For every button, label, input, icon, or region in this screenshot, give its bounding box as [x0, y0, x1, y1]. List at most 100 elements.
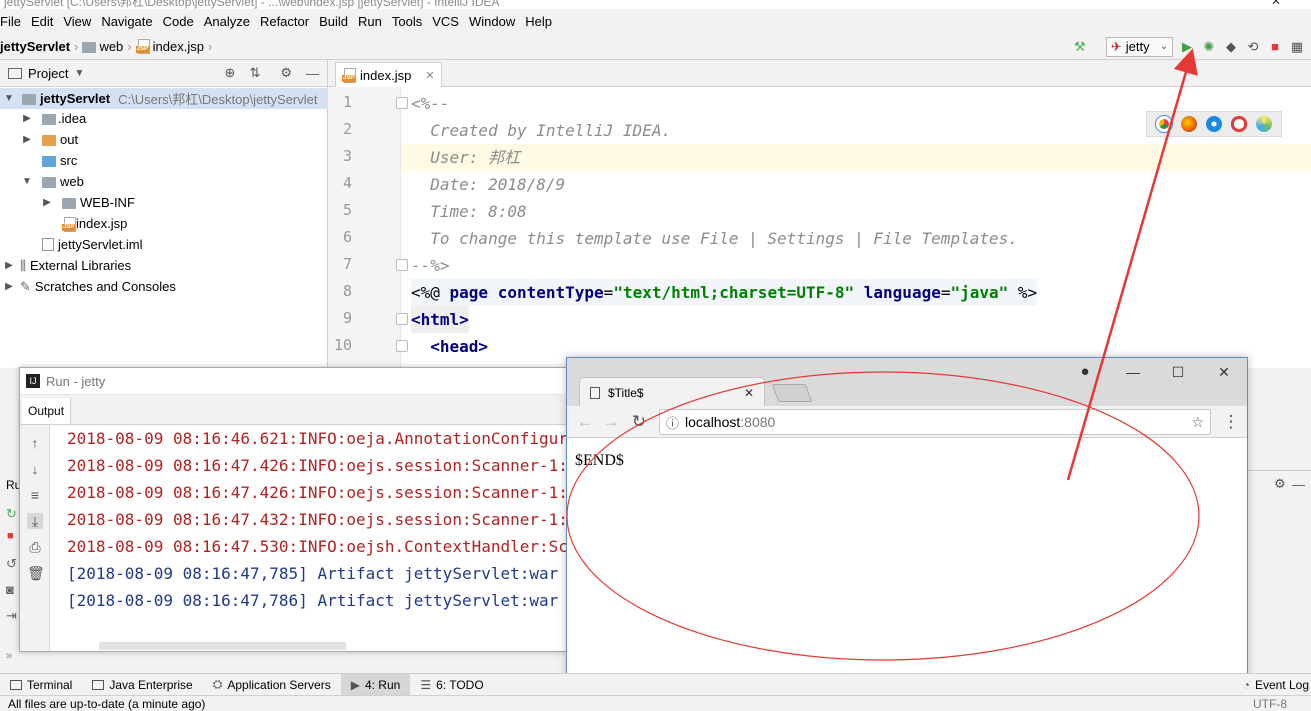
build-hammer-icon[interactable]: ⚒ [1072, 39, 1088, 55]
print-icon[interactable]: ⎙ [27, 539, 43, 555]
breadcrumb-folder[interactable]: web [82, 39, 123, 54]
folder-icon [82, 41, 97, 53]
menu-build[interactable]: Build [314, 14, 353, 29]
safari-icon[interactable] [1205, 116, 1222, 132]
fold-marker[interactable] [396, 313, 408, 325]
menu-code[interactable]: Code [158, 14, 199, 29]
exit-icon[interactable]: ⇥ [6, 608, 17, 624]
server-icon: ⛭ [212, 677, 223, 691]
project-view-title[interactable]: Project [28, 66, 68, 81]
locate-icon[interactable]: ⊕ [225, 65, 236, 81]
tree-item-scratches[interactable]: ▶ ✎ Scratches and Consoles [0, 276, 176, 297]
tab-application-servers[interactable]: ⛭ Application Servers [203, 674, 341, 696]
chevron-right-icon[interactable]: ▶ [20, 113, 34, 124]
chevron-right-icon[interactable]: ▶ [2, 260, 16, 271]
up-arrow-icon[interactable]: ↑ [27, 435, 43, 451]
scroll-to-end-icon[interactable]: ⤓ [27, 513, 43, 529]
tab-run[interactable]: ▶ 4: Run [340, 673, 411, 696]
tab-event-log[interactable]: ◔ Event Log [1233, 674, 1311, 696]
firefox-icon[interactable] [1180, 116, 1197, 132]
chevron-right-icon[interactable]: ▶ [2, 281, 16, 292]
project-panel-header: Project ▼ ⊕ ⇅ ⚙ — [0, 60, 327, 87]
chevron-right-icon[interactable]: ▶ [20, 134, 34, 145]
breadcrumb-file[interactable]: JSP index.jsp [135, 39, 204, 54]
debug-icon[interactable]: ✺ [1201, 39, 1217, 55]
chevron-down-icon[interactable]: ▼ [74, 68, 84, 79]
tree-item-src[interactable]: src [0, 150, 77, 171]
tree-item-out[interactable]: ▶ out [0, 129, 78, 150]
tree-item-root[interactable]: ▼ jettyServlet C:\Users\邦杠\Desktop\jetty… [0, 88, 328, 109]
tree-item-external-libraries[interactable]: ▶ ⫼ External Libraries [0, 255, 131, 276]
horizontal-scrollbar[interactable] [99, 642, 346, 650]
menu-help[interactable]: Help [520, 14, 557, 29]
tab-output[interactable]: Output [22, 398, 72, 424]
close-icon[interactable]: ✕ [1214, 362, 1234, 382]
tab-java-enterprise[interactable]: Java Enterprise [82, 674, 202, 696]
tree-item-iml[interactable]: jettyServlet.iml [0, 234, 143, 255]
tab-index-jsp[interactable]: JSP index.jsp ✕ [335, 62, 442, 87]
close-icon[interactable]: ✕ [744, 386, 754, 400]
rerun-icon[interactable]: ↻ [6, 506, 17, 522]
fold-marker[interactable] [396, 340, 408, 352]
fold-marker[interactable] [396, 259, 408, 271]
minimize-icon[interactable]: — [1123, 362, 1143, 382]
tree-item-index-jsp[interactable]: JSP index.jsp [0, 213, 127, 234]
forward-icon[interactable]: → [601, 412, 621, 432]
chevron-down-icon[interactable]: ▼ [20, 176, 34, 187]
chevron-down-icon[interactable]: ▼ [2, 93, 16, 104]
address-bar[interactable]: ⓘ localhost:8080 ☆ [659, 409, 1211, 435]
menu-edit[interactable]: Edit [26, 14, 58, 29]
console-output[interactable]: 2018-08-09 08:16:46.621:INFO:oeja.Annota… [51, 425, 566, 651]
more-menu-icon[interactable]: ⋮ [1221, 412, 1241, 432]
menu-file[interactable]: File [0, 14, 26, 29]
menu-run[interactable]: Run [353, 14, 387, 29]
expand-icon[interactable]: » [6, 650, 12, 662]
new-tab-button[interactable] [771, 384, 813, 402]
menu-navigate[interactable]: Navigate [96, 14, 157, 29]
fold-marker[interactable] [396, 97, 408, 109]
down-arrow-icon[interactable]: ↓ [27, 461, 43, 477]
collapse-all-icon[interactable]: ⇅ [249, 65, 260, 81]
breadcrumb-project[interactable]: jettyServlet [0, 39, 70, 54]
profile-icon[interactable]: ⟲ [1245, 39, 1261, 55]
project-structure-icon[interactable]: ▦ [1289, 39, 1305, 55]
hide-icon[interactable]: — [306, 66, 319, 81]
menu-tools[interactable]: Tools [387, 14, 427, 29]
current-line-highlight [401, 144, 1311, 171]
close-icon[interactable]: ✕ [425, 69, 434, 82]
menu-analyze[interactable]: Analyze [199, 14, 255, 29]
menu-view[interactable]: View [58, 14, 96, 29]
tree-item-web-inf[interactable]: ▶ WEB-INF [0, 192, 135, 213]
star-icon[interactable]: ☆ [1191, 414, 1204, 431]
tab-terminal[interactable]: Terminal [0, 674, 82, 696]
browser-tab[interactable]: $Title$ ✕ [579, 377, 765, 407]
chevron-right-icon[interactable]: ▶ [40, 197, 54, 208]
menu-vcs[interactable]: VCS [427, 14, 464, 29]
trash-icon[interactable]: 🗑 [27, 565, 45, 581]
gear-icon[interactable]: ⚙ [1274, 476, 1286, 492]
close-icon[interactable]: ✕ [1271, 0, 1281, 8]
tree-item-idea[interactable]: ▶ .idea [0, 108, 86, 129]
ie-icon[interactable] [1256, 116, 1273, 132]
profile-icon[interactable]: ● [1075, 362, 1095, 382]
camera-icon[interactable]: ◙ [6, 582, 14, 597]
opera-icon[interactable] [1231, 116, 1248, 132]
run-icon[interactable]: ▶ [1179, 39, 1195, 55]
stop-icon[interactable]: ■ [1267, 39, 1283, 55]
run-config-select[interactable]: ✈ jetty ⌄ [1105, 36, 1173, 57]
menu-refactor[interactable]: Refactor [255, 14, 314, 29]
gear-icon[interactable]: ⚙ [280, 65, 292, 81]
hide-icon[interactable]: — [1292, 477, 1305, 492]
stop-icon[interactable]: ■ [7, 530, 14, 542]
menu-window[interactable]: Window [464, 14, 520, 29]
chrome-icon[interactable] [1155, 116, 1172, 132]
reload-icon[interactable]: ↻ [629, 412, 649, 432]
encoding-indicator[interactable]: UTF-8 [1253, 696, 1287, 711]
tree-item-web[interactable]: ▼ web [0, 171, 84, 192]
tab-todo[interactable]: ☰ 6: TODO [410, 674, 493, 696]
back-icon[interactable]: ← [575, 412, 595, 432]
soft-wrap-icon[interactable]: ≡ [27, 487, 43, 503]
coverage-icon[interactable]: ◆ [1223, 39, 1239, 55]
restart-icon[interactable]: ↺ [6, 556, 17, 572]
maximize-icon[interactable]: ☐ [1168, 362, 1188, 382]
